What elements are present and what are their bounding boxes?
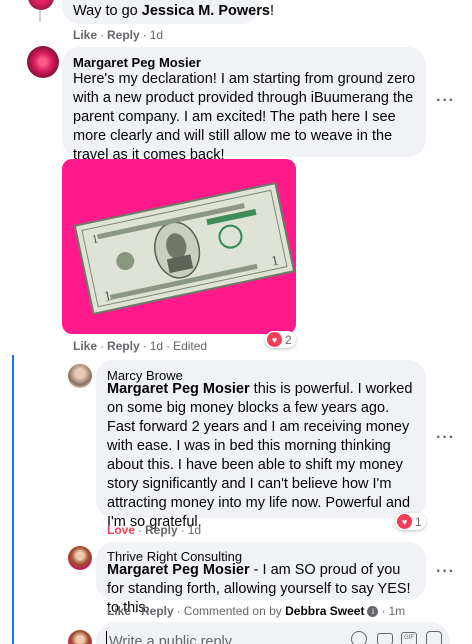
composer-input[interactable]: Write a public reply...	[109, 634, 243, 644]
mention-link[interactable]: Margaret Peg Mosier	[107, 381, 250, 397]
commenter-link[interactable]: Debbra Sweet	[285, 604, 364, 618]
like-button[interactable]: Like	[73, 28, 97, 42]
emoji-icon[interactable]	[351, 631, 367, 644]
reply-actions: Like · Reply · Commented on by Debbra Sw…	[107, 604, 406, 618]
mention-link[interactable]: Margaret Peg Mosier	[107, 562, 250, 578]
comment-text: Way to go Jessica M. Powers!	[73, 3, 274, 19]
comment-text: Here's my declaration! I am starting fro…	[73, 71, 416, 163]
avatar[interactable]	[68, 364, 92, 388]
timestamp[interactable]: 1d	[150, 339, 163, 353]
timestamp[interactable]: 1m	[388, 604, 405, 618]
comment-actions: Like · Reply · 1d · Edited	[73, 339, 208, 353]
comment-bubble: Margaret Peg Mosier Here's my declaratio…	[62, 47, 426, 163]
commented-on-by-label: Commented on by	[183, 604, 282, 618]
reply-button[interactable]: Reply	[107, 28, 140, 42]
info-icon[interactable]: i	[367, 605, 379, 617]
reply-button[interactable]: Reply	[145, 523, 178, 537]
composer-box[interactable]: Write a public reply... GIF	[96, 622, 450, 644]
avatar[interactable]	[27, 46, 59, 78]
reply-text: Margaret Peg Mosier this is powerful. I …	[107, 381, 413, 530]
timestamp[interactable]: 1d	[150, 28, 163, 42]
love-reaction-icon: ♥	[267, 332, 282, 347]
text-cursor	[106, 631, 107, 644]
avatar[interactable]	[28, 0, 54, 10]
edited-label: Edited	[173, 339, 208, 353]
like-button[interactable]: Like	[73, 339, 97, 353]
reply-button[interactable]: Reply	[107, 339, 140, 353]
comment-actions: Like · Reply · 1d	[73, 28, 164, 42]
reaction-count: 1	[415, 514, 422, 529]
love-button[interactable]: Love	[107, 523, 135, 537]
reaction-summary[interactable]: ♥ 1	[395, 513, 426, 530]
reply-bubble: Marcy Browe Margaret Peg Mosier this is …	[96, 360, 426, 530]
camera-icon[interactable]	[377, 633, 393, 644]
sticker-icon[interactable]	[426, 631, 442, 644]
timestamp[interactable]: 1d	[188, 523, 201, 537]
comment-bubble: Way to go Jessica M. Powers!	[62, 0, 274, 24]
reaction-count: 2	[285, 332, 292, 347]
mention-link[interactable]: Jessica M. Powers	[142, 3, 270, 19]
avatar[interactable]	[68, 546, 92, 570]
comment-image[interactable]: 1 1 1	[62, 159, 296, 334]
composer-avatar[interactable]	[68, 630, 92, 644]
love-reaction-icon: ♥	[397, 514, 412, 529]
reply-button[interactable]: Reply	[141, 604, 174, 618]
reaction-summary[interactable]: ♥ 2	[265, 331, 296, 348]
reply-bubble: Thrive Right Consulting Margaret Peg Mos…	[96, 542, 426, 616]
gif-icon[interactable]: GIF	[401, 632, 417, 644]
dollar-bill-image: 1 1 1	[73, 181, 296, 315]
more-options-icon[interactable]: ···	[436, 563, 455, 581]
more-options-icon[interactable]: ···	[436, 429, 455, 447]
like-button[interactable]: Like	[107, 604, 131, 618]
reply-actions: Love · Reply · 1d	[107, 523, 202, 537]
more-options-icon[interactable]: ···	[436, 92, 455, 110]
active-thread-line	[12, 355, 14, 644]
comment-author[interactable]: Margaret Peg Mosier	[73, 54, 201, 71]
